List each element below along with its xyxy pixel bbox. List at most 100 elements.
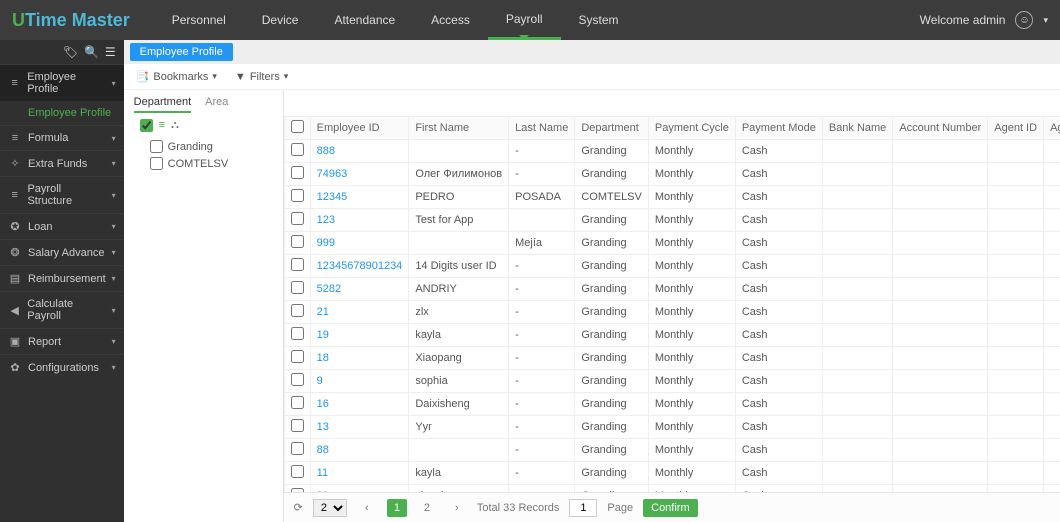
table-row[interactable]: 5282ANDRIY-GrandingMonthlyCash✎	[284, 278, 1060, 301]
table-row[interactable]: 30xiaochen-GrandingMonthlyCash✎	[284, 485, 1060, 493]
row-checkbox[interactable]	[291, 419, 304, 432]
cell-employee-id[interactable]: 123	[310, 209, 409, 232]
sidebar-item-extra-funds[interactable]: ✧Extra Funds▾	[0, 150, 124, 176]
sidebar-item-loan[interactable]: ✪Loan▾	[0, 213, 124, 239]
sidebar-item-calculate-payroll[interactable]: ◀Calculate Payroll▾	[0, 291, 124, 328]
nav-access[interactable]: Access	[413, 0, 488, 40]
column-header[interactable]: Payment Mode	[735, 117, 822, 140]
tree-node[interactable]: COMTELSV	[134, 155, 273, 172]
tree-org-icon[interactable]: ⛬	[171, 119, 179, 132]
table-row[interactable]: 74963Олег Филимонов-GrandingMonthlyCash✎	[284, 163, 1060, 186]
cell-employee-id[interactable]: 21	[310, 301, 409, 324]
sidebar-item-configurations[interactable]: ✿Configurations▾	[0, 354, 124, 380]
tree-node-checkbox[interactable]	[150, 140, 163, 153]
sidebar-item-report[interactable]: ▣Report▾	[0, 328, 124, 354]
data-grid[interactable]: Employee IDFirst NameLast NameDepartment…	[284, 116, 1060, 492]
column-header[interactable]: Last Name	[509, 117, 575, 140]
table-row[interactable]: 16Daixisheng-GrandingMonthlyCash✎	[284, 393, 1060, 416]
row-checkbox[interactable]	[291, 442, 304, 455]
cell-employee-id[interactable]: 5282	[310, 278, 409, 301]
cell-employee-id[interactable]: 18	[310, 347, 409, 370]
table-row[interactable]: 13Yyr-GrandingMonthlyCash✎	[284, 416, 1060, 439]
sidebar-subitem[interactable]: Employee Profile	[0, 101, 124, 125]
sidebar-item-reimbursement[interactable]: ▤Reimbursement▾	[0, 265, 124, 291]
row-checkbox[interactable]	[291, 396, 304, 409]
pager-goto-input[interactable]	[569, 499, 597, 517]
nav-attendance[interactable]: Attendance	[316, 0, 413, 40]
pager-next-icon[interactable]: ›	[447, 499, 467, 517]
tree-tab-area[interactable]: Area	[205, 96, 228, 113]
cell-employee-id[interactable]: 30	[310, 485, 409, 493]
table-row[interactable]: 12345PEDROPOSADACOMTELSVMonthlyCash✎	[284, 186, 1060, 209]
cell-employee-id[interactable]: 16	[310, 393, 409, 416]
sidebar-item-employee-profile[interactable]: ≡Employee Profile▾	[0, 64, 124, 101]
cell-employee-id[interactable]: 19	[310, 324, 409, 347]
table-row[interactable]: 1234567890123414 Digits user ID-Granding…	[284, 255, 1060, 278]
row-checkbox[interactable]	[291, 166, 304, 179]
cell-employee-id[interactable]: 13	[310, 416, 409, 439]
row-checkbox[interactable]	[291, 281, 304, 294]
tree-check-all[interactable]	[140, 119, 153, 132]
pager-confirm-button[interactable]: Confirm	[643, 499, 698, 517]
row-checkbox[interactable]	[291, 304, 304, 317]
cell-employee-id[interactable]: 12345	[310, 186, 409, 209]
column-header[interactable]: Agent ID	[988, 117, 1044, 140]
filters-button[interactable]: ▼Filters▾	[235, 71, 288, 83]
row-checkbox[interactable]	[291, 465, 304, 478]
cell-employee-id[interactable]: 888	[310, 140, 409, 163]
cell-employee-id[interactable]: 9	[310, 370, 409, 393]
tree-tab-department[interactable]: Department	[134, 96, 191, 113]
breadcrumb-pill[interactable]: Employee Profile	[130, 43, 233, 61]
pager-prev-icon[interactable]: ‹	[357, 499, 377, 517]
nav-personnel[interactable]: Personnel	[154, 0, 244, 40]
row-checkbox[interactable]	[291, 258, 304, 271]
tree-list-icon[interactable]: ≡	[159, 119, 165, 132]
nav-system[interactable]: System	[561, 0, 637, 40]
row-checkbox[interactable]	[291, 189, 304, 202]
cell-employee-id[interactable]: 74963	[310, 163, 409, 186]
tag-icon[interactable]: 🏷	[63, 45, 78, 59]
pager-page-1[interactable]: 1	[387, 499, 407, 517]
table-row[interactable]: 18Xiaopang-GrandingMonthlyCash✎	[284, 347, 1060, 370]
column-header[interactable]: Agent Account	[1044, 117, 1060, 140]
table-row[interactable]: 88-GrandingMonthlyCash✎	[284, 439, 1060, 462]
row-checkbox[interactable]	[291, 212, 304, 225]
pager-refresh-icon[interactable]: ⟳	[294, 501, 303, 514]
search-icon[interactable]: 🔍	[84, 45, 99, 59]
table-row[interactable]: 19kayla-GrandingMonthlyCash✎	[284, 324, 1060, 347]
column-header[interactable]: First Name	[409, 117, 509, 140]
nav-payroll[interactable]: Payroll	[488, 0, 561, 40]
table-row[interactable]: 123Test for AppGrandingMonthlyCash✎	[284, 209, 1060, 232]
pager-page-2[interactable]: 2	[417, 499, 437, 517]
cell-employee-id[interactable]: 999	[310, 232, 409, 255]
row-checkbox[interactable]	[291, 373, 304, 386]
user-avatar-icon[interactable]: ☺	[1015, 11, 1033, 29]
table-row[interactable]: 888-GrandingMonthlyCash✎	[284, 140, 1060, 163]
list-icon[interactable]: ☰	[105, 45, 116, 59]
sidebar-item-salary-advance[interactable]: ❂Salary Advance▾	[0, 239, 124, 265]
tree-node-checkbox[interactable]	[150, 157, 163, 170]
select-all-checkbox[interactable]	[291, 120, 304, 133]
table-row[interactable]: 21zlx-GrandingMonthlyCash✎	[284, 301, 1060, 324]
table-row[interactable]: 11kayla-GrandingMonthlyCash✎	[284, 462, 1060, 485]
sidebar-item-payroll-structure[interactable]: ≡Payroll Structure▾	[0, 176, 124, 213]
user-menu-caret-icon[interactable]: ▾	[1043, 15, 1048, 26]
tree-node[interactable]: Granding	[134, 138, 273, 155]
column-header[interactable]: Bank Name	[822, 117, 892, 140]
cell-employee-id[interactable]: 88	[310, 439, 409, 462]
row-checkbox[interactable]	[291, 327, 304, 340]
sidebar-item-formula[interactable]: ≡Formula▾	[0, 125, 124, 150]
column-header[interactable]: Employee ID	[310, 117, 409, 140]
table-row[interactable]: 999MejíaGrandingMonthlyCash✎	[284, 232, 1060, 255]
row-checkbox[interactable]	[291, 350, 304, 363]
cell-employee-id[interactable]: 11	[310, 462, 409, 485]
bookmarks-button[interactable]: 📑Bookmarks▾	[136, 70, 217, 83]
row-checkbox[interactable]	[291, 235, 304, 248]
page-size-select[interactable]: 20	[313, 499, 347, 517]
row-checkbox[interactable]	[291, 143, 304, 156]
column-header[interactable]: Payment Cycle	[648, 117, 735, 140]
cell-employee-id[interactable]: 12345678901234	[310, 255, 409, 278]
column-header[interactable]: Department	[575, 117, 649, 140]
column-header[interactable]: Account Number	[893, 117, 988, 140]
table-row[interactable]: 9sophia-GrandingMonthlyCash✎	[284, 370, 1060, 393]
